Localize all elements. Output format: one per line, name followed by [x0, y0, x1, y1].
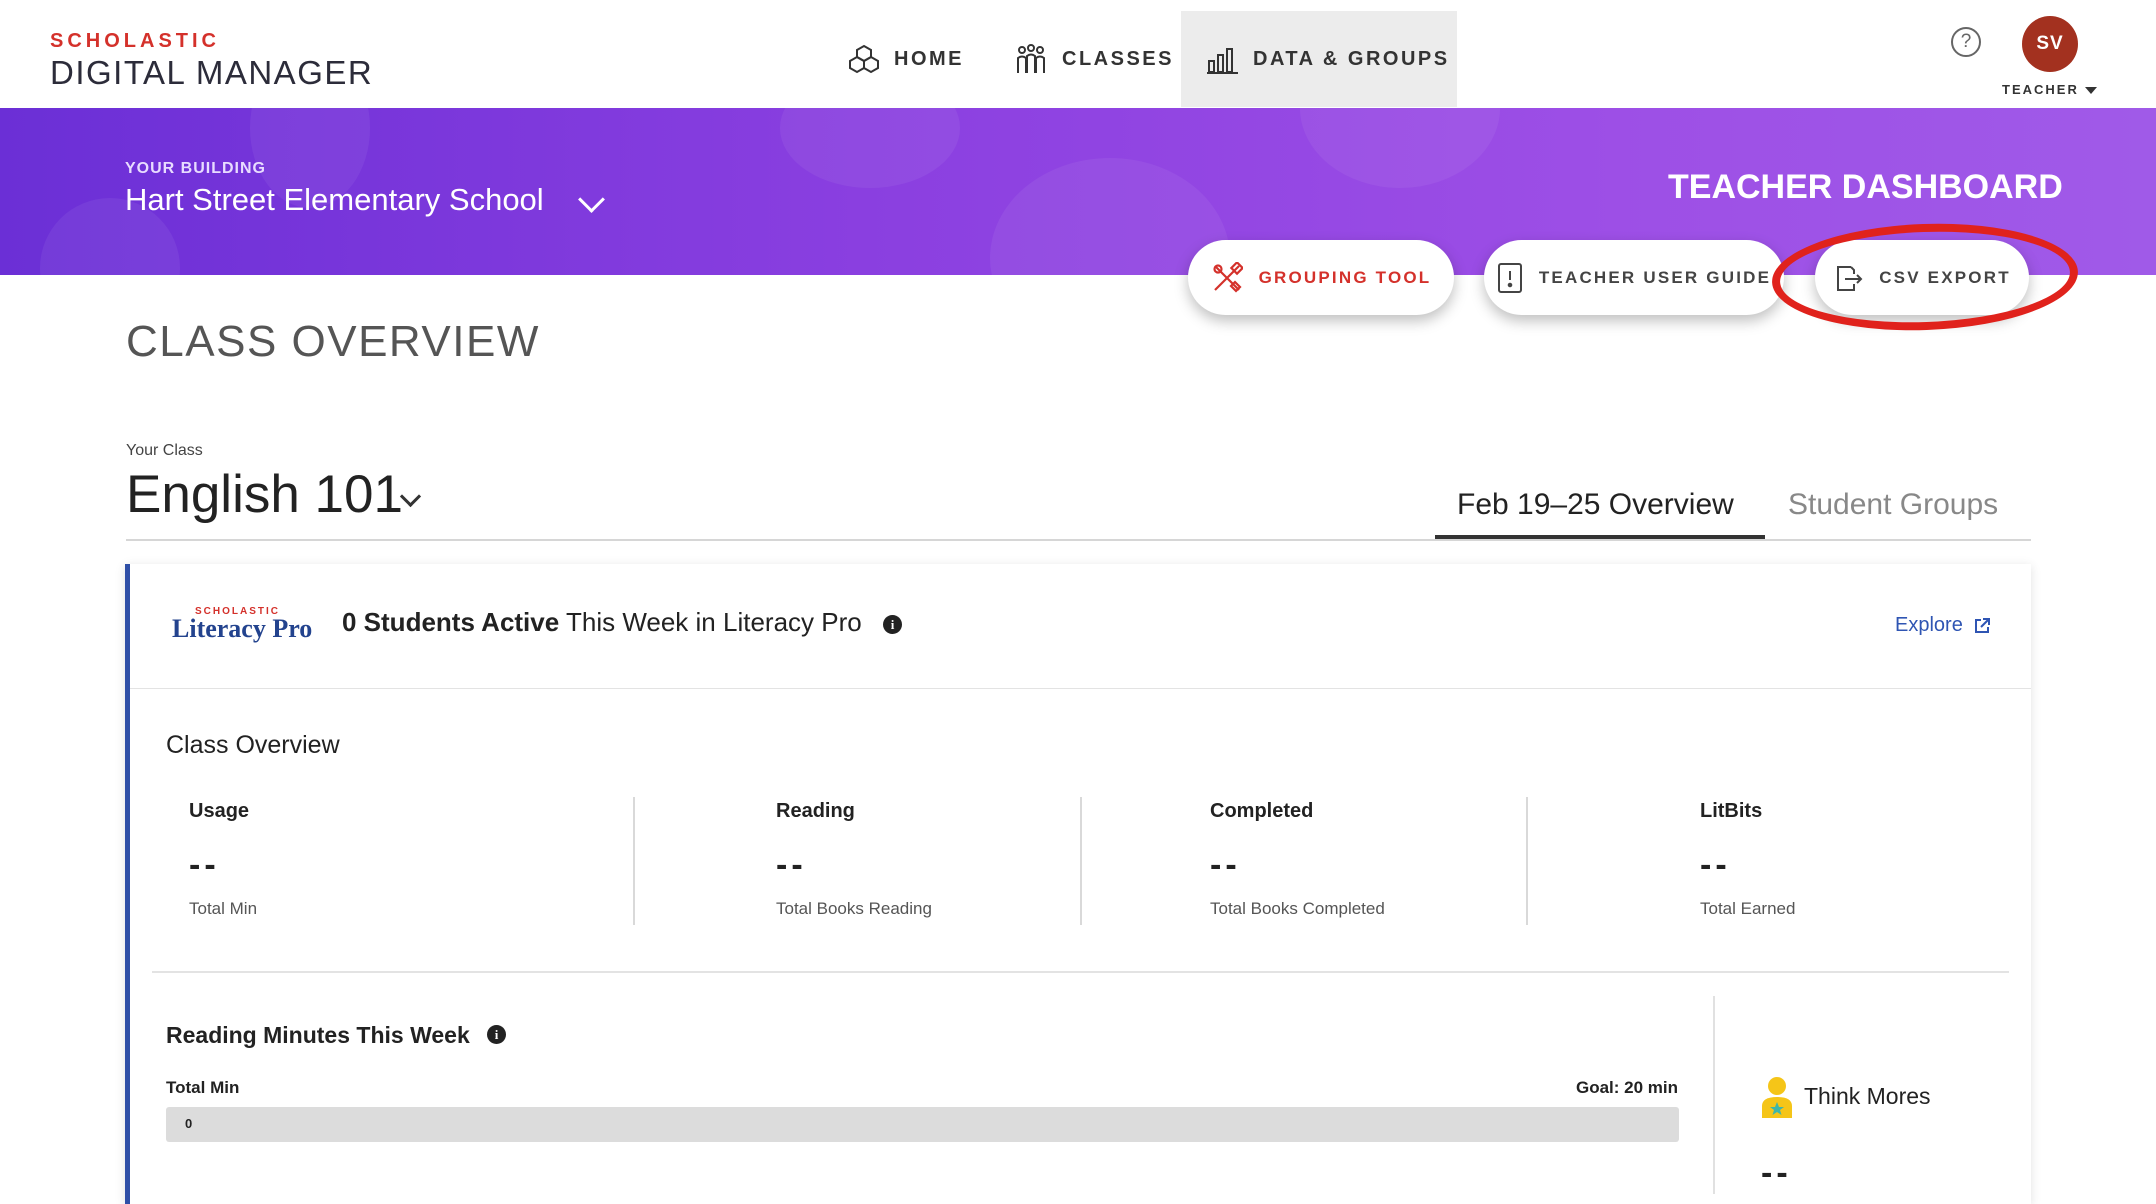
think-mores-label: Think Mores: [1804, 1083, 1931, 1109]
stat-litbits-value: --: [1700, 846, 1731, 884]
nav-home-label: HOME: [894, 47, 964, 70]
active-tab-indicator: [1435, 535, 1765, 539]
role-label: TEACHER: [2002, 82, 2079, 97]
divider: [130, 688, 2031, 689]
student-badge-icon: [1762, 1077, 1792, 1118]
brand-scholastic: SCHOLASTIC: [50, 30, 220, 52]
chevron-down-icon[interactable]: [399, 485, 422, 508]
stat-litbits-label: LitBits: [1700, 800, 1763, 822]
explore-label: Explore: [1895, 614, 1963, 636]
stat-completed-label: Completed: [1210, 800, 1314, 822]
home-icon: [849, 44, 879, 74]
guide-book-icon: [1497, 262, 1522, 293]
nav-classes-label: CLASSES: [1062, 47, 1174, 70]
class-selector[interactable]: English 101: [126, 464, 403, 525]
stat-usage-sub: Total Min: [189, 899, 258, 918]
reading-minutes-total-label: Total Min: [166, 1078, 240, 1097]
grouping-tool-label: GROUPING TOOL: [1258, 267, 1432, 287]
dashboard-title: TEACHER DASHBOARD: [1668, 168, 2063, 206]
tools-icon: [1212, 261, 1243, 293]
nav-classes[interactable]: CLASSES: [1014, 11, 1174, 107]
divider: [152, 971, 2009, 973]
reading-minutes-goal: Goal: 20 min: [1576, 1078, 1679, 1097]
nav-data-groups[interactable]: DATA & GROUPS: [1181, 11, 1457, 107]
top-nav: SCHOLASTIC DIGITAL MANAGER HOME CLASSES …: [0, 0, 2156, 108]
grouping-tool-button[interactable]: GROUPING TOOL: [1188, 240, 1454, 315]
people-icon: [1017, 44, 1045, 73]
stat-divider: [633, 797, 635, 925]
stat-usage-value: --: [189, 846, 220, 884]
bar-chart-icon: [1207, 48, 1238, 74]
reading-minutes-value: 0: [185, 1116, 193, 1131]
reading-minutes-progress-bar: [166, 1107, 1679, 1142]
banner-decoration: [780, 108, 960, 188]
tabs-divider: [126, 539, 2031, 541]
stat-completed-value: --: [1210, 846, 1241, 884]
info-icon[interactable]: i: [883, 615, 902, 634]
caret-down-icon: [2084, 87, 2097, 95]
active-students-text: This Week in Literacy Pro: [559, 607, 862, 637]
active-students-summary: 0 Students Active This Week in Literacy …: [342, 607, 862, 638]
reading-minutes-title: Reading Minutes This Week: [166, 1022, 470, 1048]
class-overview-title: Class Overview: [166, 731, 340, 759]
stat-reading-label: Reading: [776, 800, 855, 822]
stat-reading-sub: Total Books Reading: [776, 899, 932, 918]
stat-completed-sub: Total Books Completed: [1210, 899, 1385, 918]
your-class-label: Your Class: [126, 442, 203, 459]
teacher-user-guide-label: TEACHER USER GUIDE: [1538, 267, 1772, 287]
building-selector[interactable]: Hart Street Elementary School: [125, 182, 544, 218]
stat-divider: [1080, 797, 1082, 925]
brand-digital-manager[interactable]: DIGITAL MANAGER: [50, 54, 373, 92]
nav-home[interactable]: HOME: [848, 11, 964, 107]
stat-divider: [1526, 797, 1528, 925]
section-divider: [1713, 996, 1715, 1194]
info-icon[interactable]: i: [487, 1025, 506, 1044]
external-link-icon: [1974, 617, 1990, 633]
explore-link[interactable]: Explore: [1895, 614, 1991, 637]
active-students-count: 0 Students Active: [342, 607, 560, 637]
literacy-pro-logo: Literacy Pro: [172, 614, 313, 643]
teacher-user-guide-button[interactable]: TEACHER USER GUIDE: [1484, 240, 1784, 315]
help-icon[interactable]: ?: [1951, 27, 1981, 57]
banner-decoration: [1300, 108, 1500, 188]
avatar[interactable]: SV: [2022, 16, 2078, 72]
role-menu[interactable]: TEACHER: [2002, 82, 2097, 97]
page-title: CLASS OVERVIEW: [126, 317, 540, 366]
nav-data-groups-label: DATA & GROUPS: [1253, 47, 1450, 70]
think-mores-value: --: [1761, 1154, 1792, 1192]
stat-litbits-sub: Total Earned: [1700, 899, 1796, 918]
stat-usage-label: Usage: [189, 800, 250, 822]
stat-reading-value: --: [776, 846, 807, 884]
tab-student-groups[interactable]: Student Groups: [1788, 488, 1998, 522]
building-label: YOUR BUILDING: [125, 160, 266, 177]
tab-week-overview[interactable]: Feb 19–25 Overview: [1457, 488, 1734, 522]
